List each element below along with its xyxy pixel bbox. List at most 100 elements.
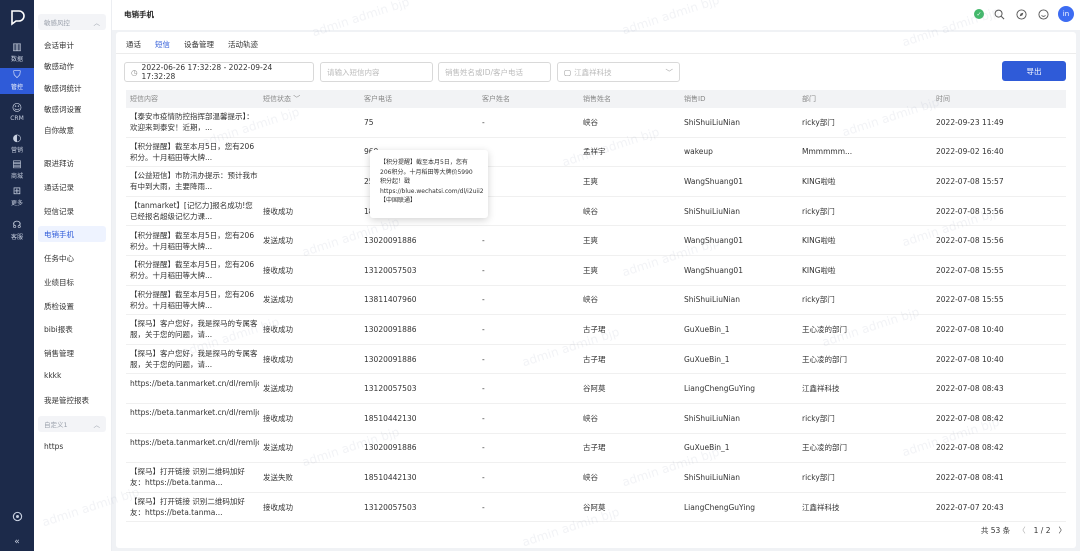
cell-phone: 13020091886 — [364, 324, 417, 334]
cell-content: https://beta.tanmarket.cn/dl/remljq — [130, 378, 259, 388]
nav-item[interactable]: 业绩目标 — [44, 277, 74, 288]
tab-0[interactable]: 通话 — [126, 39, 141, 54]
search-icon[interactable] — [992, 7, 1006, 21]
nav-item-active[interactable]: 电销手机 — [38, 226, 106, 242]
table-row[interactable]: https://beta.tanmarket.cn/dl/remljq 接收成功 1… — [126, 404, 1066, 434]
smile-icon[interactable] — [1036, 7, 1050, 21]
cell-sid: ShiShuiLiuNian — [684, 117, 741, 127]
tab-bar: 通话 短信 设备管理 活动轨迹 — [126, 39, 258, 54]
user-avatar[interactable]: in — [1058, 6, 1074, 22]
nav-item[interactable]: bibi报表 — [44, 324, 73, 335]
date-range-picker[interactable]: ◷ 2022-06-26 17:32:28 - 2022-09-24 17:32… — [124, 62, 314, 82]
cell-time: 2022-07-08 15:55 — [936, 265, 1004, 275]
clock-icon: ◷ — [131, 67, 138, 77]
cell-phone: 13811407960 — [364, 295, 417, 305]
tab-1[interactable]: 短信 — [155, 39, 170, 54]
cell-time: 2022-07-08 15:56 — [936, 206, 1004, 216]
nav-item[interactable]: 敏感动作 — [44, 61, 74, 72]
rail-item-grid[interactable]: ⊞ 更多 — [0, 184, 34, 210]
cell-cname: - — [482, 413, 485, 423]
cell-dept: ricky部门 — [802, 117, 835, 127]
collapse-icon[interactable]: « — [0, 537, 34, 547]
cell-sid: GuXueBin_1 — [684, 443, 730, 453]
cell-status: 接收成功 — [263, 324, 293, 334]
rail-item-user[interactable]: ☺ CRM — [0, 100, 34, 126]
bar-chart-icon: ▥ — [12, 42, 22, 53]
cell-phone: 18510442130 — [364, 472, 417, 482]
column-header: 客户电话 — [360, 94, 478, 104]
cell-sales: 古子珺 — [583, 324, 606, 334]
rail-item-megaphone[interactable]: ◐ 营销 — [0, 131, 34, 157]
cell-sales: 谷阿莫 — [583, 384, 606, 394]
table-row[interactable]: 【积分提醒】截至本月5日，您有206积分。十月稻田等大牌... 发送成功 13020… — [126, 226, 1066, 256]
rail-item-headset[interactable]: ☊ 客服 — [0, 218, 34, 244]
table-row[interactable]: 【探马】打开链接 识别二维码加好友：https://beta.tanma... 发… — [126, 463, 1066, 493]
prev-page-button[interactable]: 〈 — [1018, 525, 1026, 536]
nav-item-https[interactable]: https — [44, 442, 63, 451]
sales-search-input[interactable]: 销售姓名或ID/客户电话 — [438, 62, 551, 82]
cell-sales: 谷阿莫 — [583, 502, 606, 512]
cell-time: 2022-09-23 11:49 — [936, 117, 1004, 127]
nav-item[interactable]: 敏感词设置 — [44, 104, 82, 115]
rail-item-bar-chart[interactable]: ▥ 数据 — [0, 40, 34, 66]
nav-item[interactable]: 销售管理 — [44, 348, 74, 359]
sms-content-input[interactable]: 请输入短信内容 — [320, 62, 433, 82]
cell-dept: 王心凌的部门 — [802, 324, 847, 334]
cell-phone: 18510442130 — [364, 413, 417, 423]
table-row[interactable]: 【探马】客户您好，我是探马的专属客服，关于您的问题，请... 接收成功 130200… — [126, 315, 1066, 345]
nav-item[interactable]: 跟进拜访 — [44, 158, 74, 169]
cell-content: 【积分提醒】截至本月5日，您有206积分。十月稻田等大牌... — [130, 141, 255, 162]
nav-item[interactable]: 质检设置 — [44, 301, 74, 312]
compass-icon[interactable] — [1014, 7, 1028, 21]
cell-sid: LiangChengGuYing — [684, 502, 755, 512]
nav-group-custom[interactable]: 自定义1 ︿ — [38, 416, 106, 432]
nav-group-sensitive[interactable]: 敏感风控 ︿ — [38, 14, 106, 30]
company-select[interactable]: ▢ 江鑫祥科技 ﹀ — [557, 62, 680, 82]
table-row[interactable]: https://beta.tanmarket.cn/dl/remljq 发送成功 1… — [126, 434, 1066, 464]
cell-phone: 13020091886 — [364, 443, 417, 453]
column-header-label: 客户电话 — [364, 95, 392, 103]
cell-sales: 峡谷 — [583, 117, 598, 127]
nav-item[interactable]: 自你故意 — [44, 125, 74, 136]
nav-item[interactable]: 我是管控报表 — [44, 395, 89, 406]
rail-item-shield[interactable]: ⛉ 管控 — [0, 68, 34, 94]
settings-icon[interactable] — [0, 511, 34, 522]
table-row[interactable]: 【泰安市疫情防控指挥部温馨提示】：欢迎来到泰安！近期，... 75 - 峡谷 ShiSh… — [126, 108, 1066, 138]
tab-3[interactable]: 活动轨迹 — [228, 39, 258, 54]
table-row[interactable]: 【探马】客户您好，我是探马的专属客服，关于您的问题，请... 接收成功 130200… — [126, 345, 1066, 375]
cell-sid: ShiShuiLiuNian — [684, 413, 741, 423]
table-row[interactable]: https://beta.tanmarket.cn/dl/remljq 发送成功 1… — [126, 374, 1066, 404]
table-row[interactable]: 【公益短信】市防汛办提示：预计我市有中到大雨，主要降雨...25-王爽WangS… — [126, 167, 1066, 197]
table-header: 短信内容 短信状态 ﹀ 客户电话 客户姓名 销售姓名 销售ID 部门 时间 — [126, 90, 1066, 108]
cell-content: 【tanmarket】[记忆力]报名成功!您已经报名超级记忆力课... — [130, 201, 253, 222]
cell-content: 【探马】打开链接 识别二维码加好友：https://beta.tanma... — [130, 497, 245, 518]
nav-item[interactable]: 任务中心 — [44, 253, 74, 264]
nav-item[interactable]: 通话记录 — [44, 182, 74, 193]
export-button[interactable]: 导出 — [1002, 61, 1066, 81]
cell-status: 接收成功 — [263, 502, 293, 512]
cell-status: 接收成功 — [263, 354, 293, 364]
table-row[interactable]: 【积分提醒】截至本月5日，您有206积分。十月稻田等大牌... 发送成功 13811… — [126, 286, 1066, 316]
cell-dept: ricky部门 — [802, 472, 835, 482]
cell-sales: 孟祥宇 — [583, 147, 606, 157]
rail-item-label: CRM — [10, 115, 24, 122]
table-row[interactable]: 【积分提醒】截至本月5日，您有206积分。十月稻田等大牌... 接收成功 13120… — [126, 256, 1066, 286]
nav-item[interactable]: 短信记录 — [44, 206, 74, 217]
column-header[interactable]: 短信状态 ﹀ — [259, 94, 360, 104]
sms-table-body: 【泰安市疫情防控指挥部温馨提示】：欢迎来到泰安！近期，... 75- 峡谷 ShiSh… — [126, 108, 1066, 523]
cell-phone: 13020091886 — [364, 354, 417, 364]
cell-cname: - — [478, 147, 579, 156]
nav-item[interactable]: 会话审计 — [44, 40, 74, 51]
next-page-button[interactable]: 〉 — [1059, 525, 1067, 536]
table-row[interactable]: 【积分提醒】截至本月5日，您有206积分。十月稻田等大牌...960-孟祥宇wa… — [126, 138, 1066, 168]
table-row[interactable]: 【tanmarket】[记忆力]报名成功!您已经报名超级记忆力课...接收成功1… — [126, 197, 1066, 227]
nav-item[interactable]: kkkk — [44, 371, 61, 380]
cell-time: 2022-07-08 08:41 — [936, 472, 1004, 482]
cell-sid: ShiShuiLiuNian — [684, 295, 741, 305]
tab-2[interactable]: 设备管理 — [184, 39, 214, 54]
cell-cname: - — [482, 117, 485, 127]
rail-item-shop[interactable]: ▤ 商城 — [0, 157, 34, 183]
column-header: 时间 — [932, 94, 1066, 104]
nav-item[interactable]: 敏感词统计 — [44, 83, 82, 94]
table-row[interactable]: 【探马】打开链接 识别二维码加好友：https://beta.tanma... 接… — [126, 493, 1066, 523]
